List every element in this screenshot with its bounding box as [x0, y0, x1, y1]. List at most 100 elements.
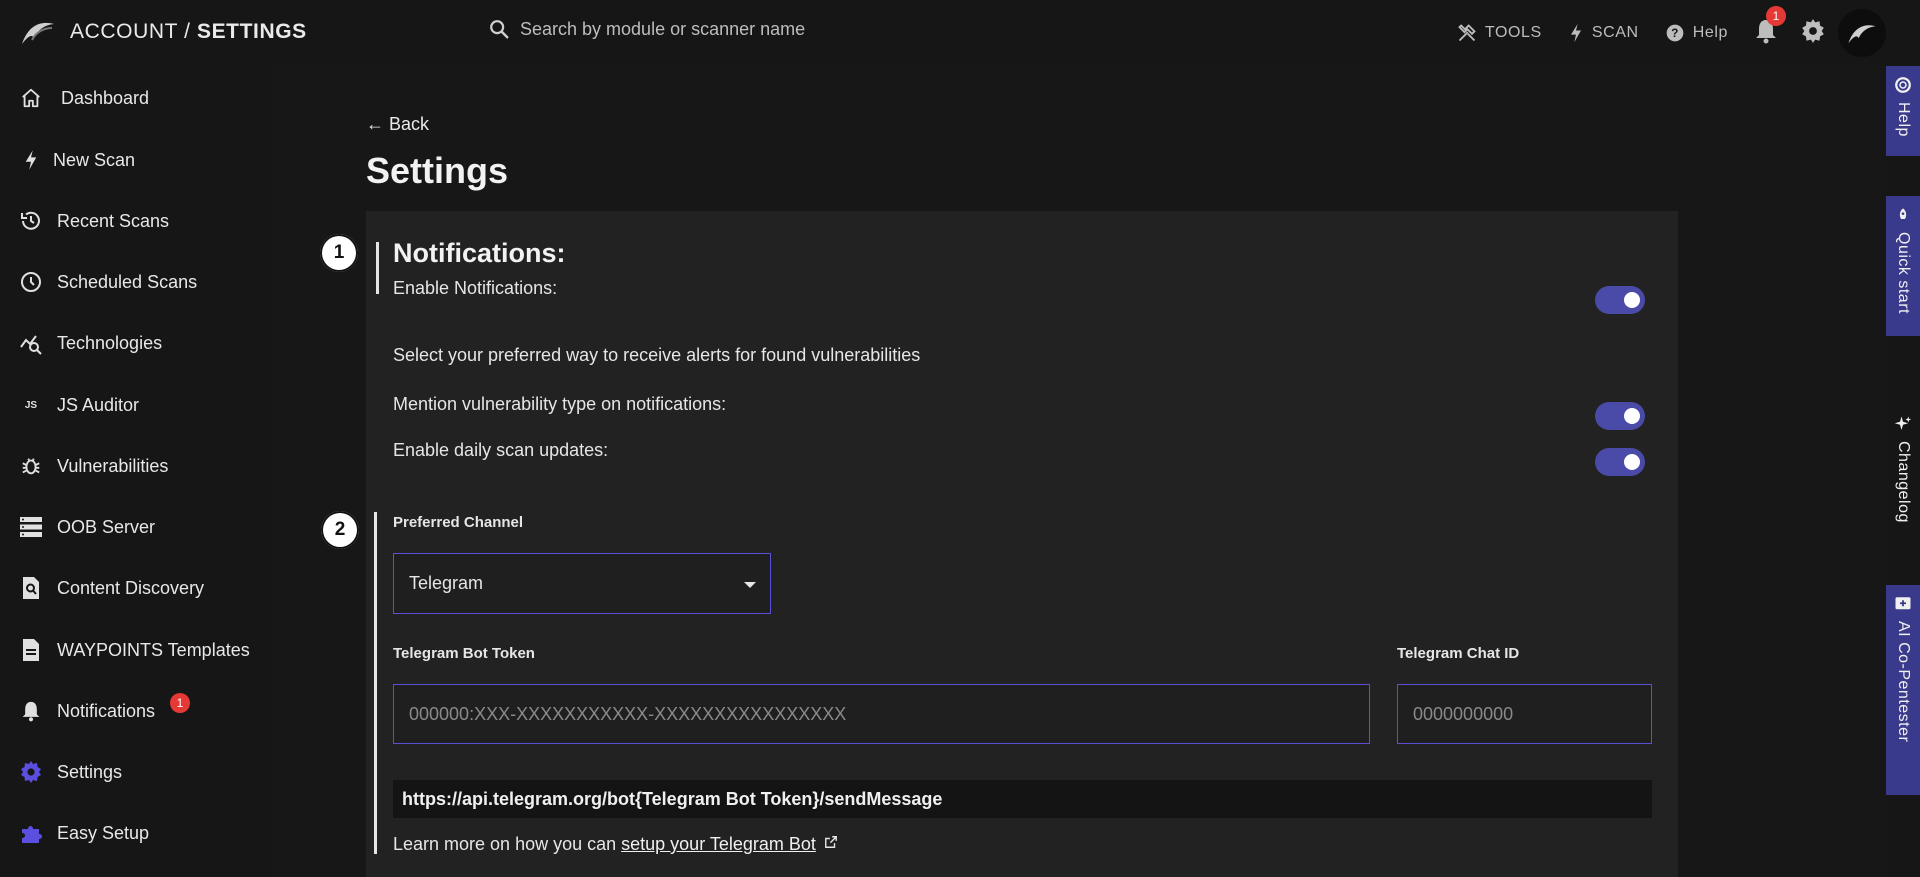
rail-ai-label: AI Co-Pentester — [1895, 621, 1912, 743]
sidebar-item-js-auditor[interactable]: JS JS Auditor — [0, 383, 270, 427]
chat-id-input[interactable] — [1413, 703, 1651, 725]
step-badge-2: 2 — [321, 511, 359, 549]
sidebar-item-settings[interactable]: Settings — [0, 750, 270, 794]
top-nav: TOOLS SCAN ? Help 1 — [1457, 0, 1886, 66]
daily-scan-updates-toggle[interactable] — [1595, 448, 1645, 476]
sidebar-item-label: Easy Setup — [57, 822, 150, 843]
help-menu[interactable]: ? Help — [1665, 23, 1728, 43]
scan-menu[interactable]: SCAN — [1568, 23, 1639, 43]
sidebar-item-content-discovery[interactable]: Content Discovery — [0, 566, 270, 610]
chat-id-label: Telegram Chat ID — [1397, 645, 1520, 662]
rail-quick-start-label: Quick start — [1895, 232, 1912, 314]
bot-token-input[interactable] — [409, 703, 1369, 725]
sidebar-item-label: Dashboard — [61, 87, 150, 108]
home-icon — [18, 85, 44, 111]
puzzle-icon — [18, 820, 44, 846]
rocket-icon — [1899, 208, 1907, 219]
preferred-channel-label: Preferred Channel — [393, 514, 524, 531]
bolt-icon — [18, 147, 44, 173]
learn-more-text: Learn more on how you can setup your Tel… — [393, 834, 838, 855]
avatar-logo-icon — [1848, 25, 1876, 44]
sidebar-item-label: New Scan — [53, 149, 136, 170]
sidebar-item-label: Notifications — [57, 700, 156, 721]
sidebar-item-oob-server[interactable]: OOB Server — [0, 505, 270, 549]
search-icon — [490, 20, 509, 39]
notification-badge: 1 — [1766, 5, 1786, 26]
bot-token-field — [393, 684, 1370, 744]
preferred-channel-value: Telegram — [409, 573, 484, 593]
sidebar-item-label: Content Discovery — [57, 577, 205, 598]
rail-help-label: Help — [1895, 102, 1912, 137]
notifications-button[interactable]: 1 — [1754, 5, 1786, 49]
section-1-indicator — [376, 242, 379, 294]
bell-icon — [18, 698, 44, 724]
bot-token-label: Telegram Bot Token — [393, 645, 535, 662]
file-search-icon — [18, 575, 44, 601]
rail-tab-help[interactable]: Help — [1886, 66, 1920, 156]
gear-icon — [18, 759, 44, 785]
rail-changelog-label: Changelog — [1895, 441, 1912, 523]
history-icon — [18, 208, 44, 234]
js-icon: JS — [24, 399, 38, 411]
server-icon — [18, 514, 44, 540]
sidebar-item-recent-scans[interactable]: Recent Scans — [0, 199, 270, 243]
ai-chat-icon — [1895, 597, 1911, 610]
rail-tab-quick-start[interactable]: Quick start — [1886, 196, 1920, 336]
tools-icon — [1458, 24, 1476, 42]
rail-tab-changelog[interactable]: Changelog — [1886, 405, 1920, 545]
step-badge-1: 1 — [320, 234, 358, 272]
sidebar-item-dashboard[interactable]: Dashboard — [0, 76, 270, 120]
search-input[interactable] — [520, 18, 1120, 40]
notification-badge: 1 — [170, 693, 190, 713]
notifications-description: Select your preferred way to receive ale… — [393, 345, 921, 365]
settings-panel — [366, 211, 1678, 877]
sidebar-item-label: Technologies — [57, 332, 163, 353]
sidebar-item-vulnerabilities[interactable]: Vulnerabilities — [0, 444, 270, 488]
api-url-display: https://api.telegram.org/bot{Telegram Bo… — [393, 780, 1652, 818]
sidebar-item-technologies[interactable]: Technologies — [0, 321, 270, 365]
breadcrumb-settings: SETTINGS — [196, 20, 307, 43]
chevron-down-icon — [744, 582, 756, 588]
enable-notifications-label: Enable Notifications: — [393, 278, 558, 298]
breadcrumb: ACCOUNT / SETTINGS — [70, 20, 307, 44]
learn-more-prefix: Learn more on how you can — [393, 834, 622, 854]
bolt-icon — [1570, 23, 1581, 43]
brand: ACCOUNT / SETTINGS — [18, 16, 307, 48]
mention-vuln-type-toggle[interactable] — [1595, 402, 1645, 430]
setup-telegram-bot-link[interactable]: setup your Telegram Bot — [621, 834, 816, 854]
help-label: Help — [1692, 24, 1728, 41]
tools-menu[interactable]: TOOLS — [1457, 23, 1542, 43]
chart-search-icon — [18, 330, 44, 356]
sidebar-item-waypoints-templates[interactable]: WAYPOINTS Templates — [0, 628, 270, 672]
chat-id-field — [1397, 684, 1652, 744]
sidebar: Dashboard New Scan Recent Scans Schedule… — [0, 66, 270, 877]
avatar[interactable] — [1838, 9, 1886, 57]
tools-label: TOOLS — [1484, 24, 1542, 41]
sidebar-item-scheduled-scans[interactable]: Scheduled Scans — [0, 260, 270, 304]
sidebar-item-label: Scheduled Scans — [57, 271, 198, 292]
breadcrumb-account[interactable]: ACCOUNT / — [70, 20, 191, 43]
sidebar-item-label: JS Auditor — [57, 394, 140, 415]
sidebar-item-label: WAYPOINTS Templates — [57, 639, 250, 660]
help-icon: ? — [1666, 24, 1684, 42]
enable-notifications-toggle[interactable] — [1595, 286, 1645, 314]
sparkle-icon — [1894, 416, 1912, 430]
page-title: Settings — [366, 150, 509, 191]
bug-icon — [18, 453, 44, 479]
mention-vuln-type-label: Mention vulnerability type on notificati… — [393, 394, 727, 414]
back-link[interactable]: ← Back — [366, 114, 429, 135]
search-bar — [488, 18, 1188, 40]
lifebuoy-icon — [1895, 77, 1911, 93]
daily-scan-updates-label: Enable daily scan updates: — [393, 440, 609, 460]
logo-icon[interactable] — [18, 16, 58, 48]
preferred-channel-select[interactable]: Telegram — [393, 553, 771, 614]
section-2-indicator — [374, 512, 377, 854]
rail-tab-ai-copentester[interactable]: AI Co-Pentester — [1886, 585, 1920, 795]
sidebar-item-label: Recent Scans — [57, 210, 170, 231]
sidebar-item-label: OOB Server — [57, 516, 156, 537]
settings-button[interactable] — [1800, 18, 1826, 49]
sidebar-item-easy-setup[interactable]: Easy Setup — [0, 811, 270, 855]
sidebar-item-notifications[interactable]: Notifications 1 — [0, 689, 270, 733]
sidebar-item-new-scan[interactable]: New Scan — [0, 138, 270, 182]
sidebar-item-label: Vulnerabilities — [57, 455, 169, 476]
